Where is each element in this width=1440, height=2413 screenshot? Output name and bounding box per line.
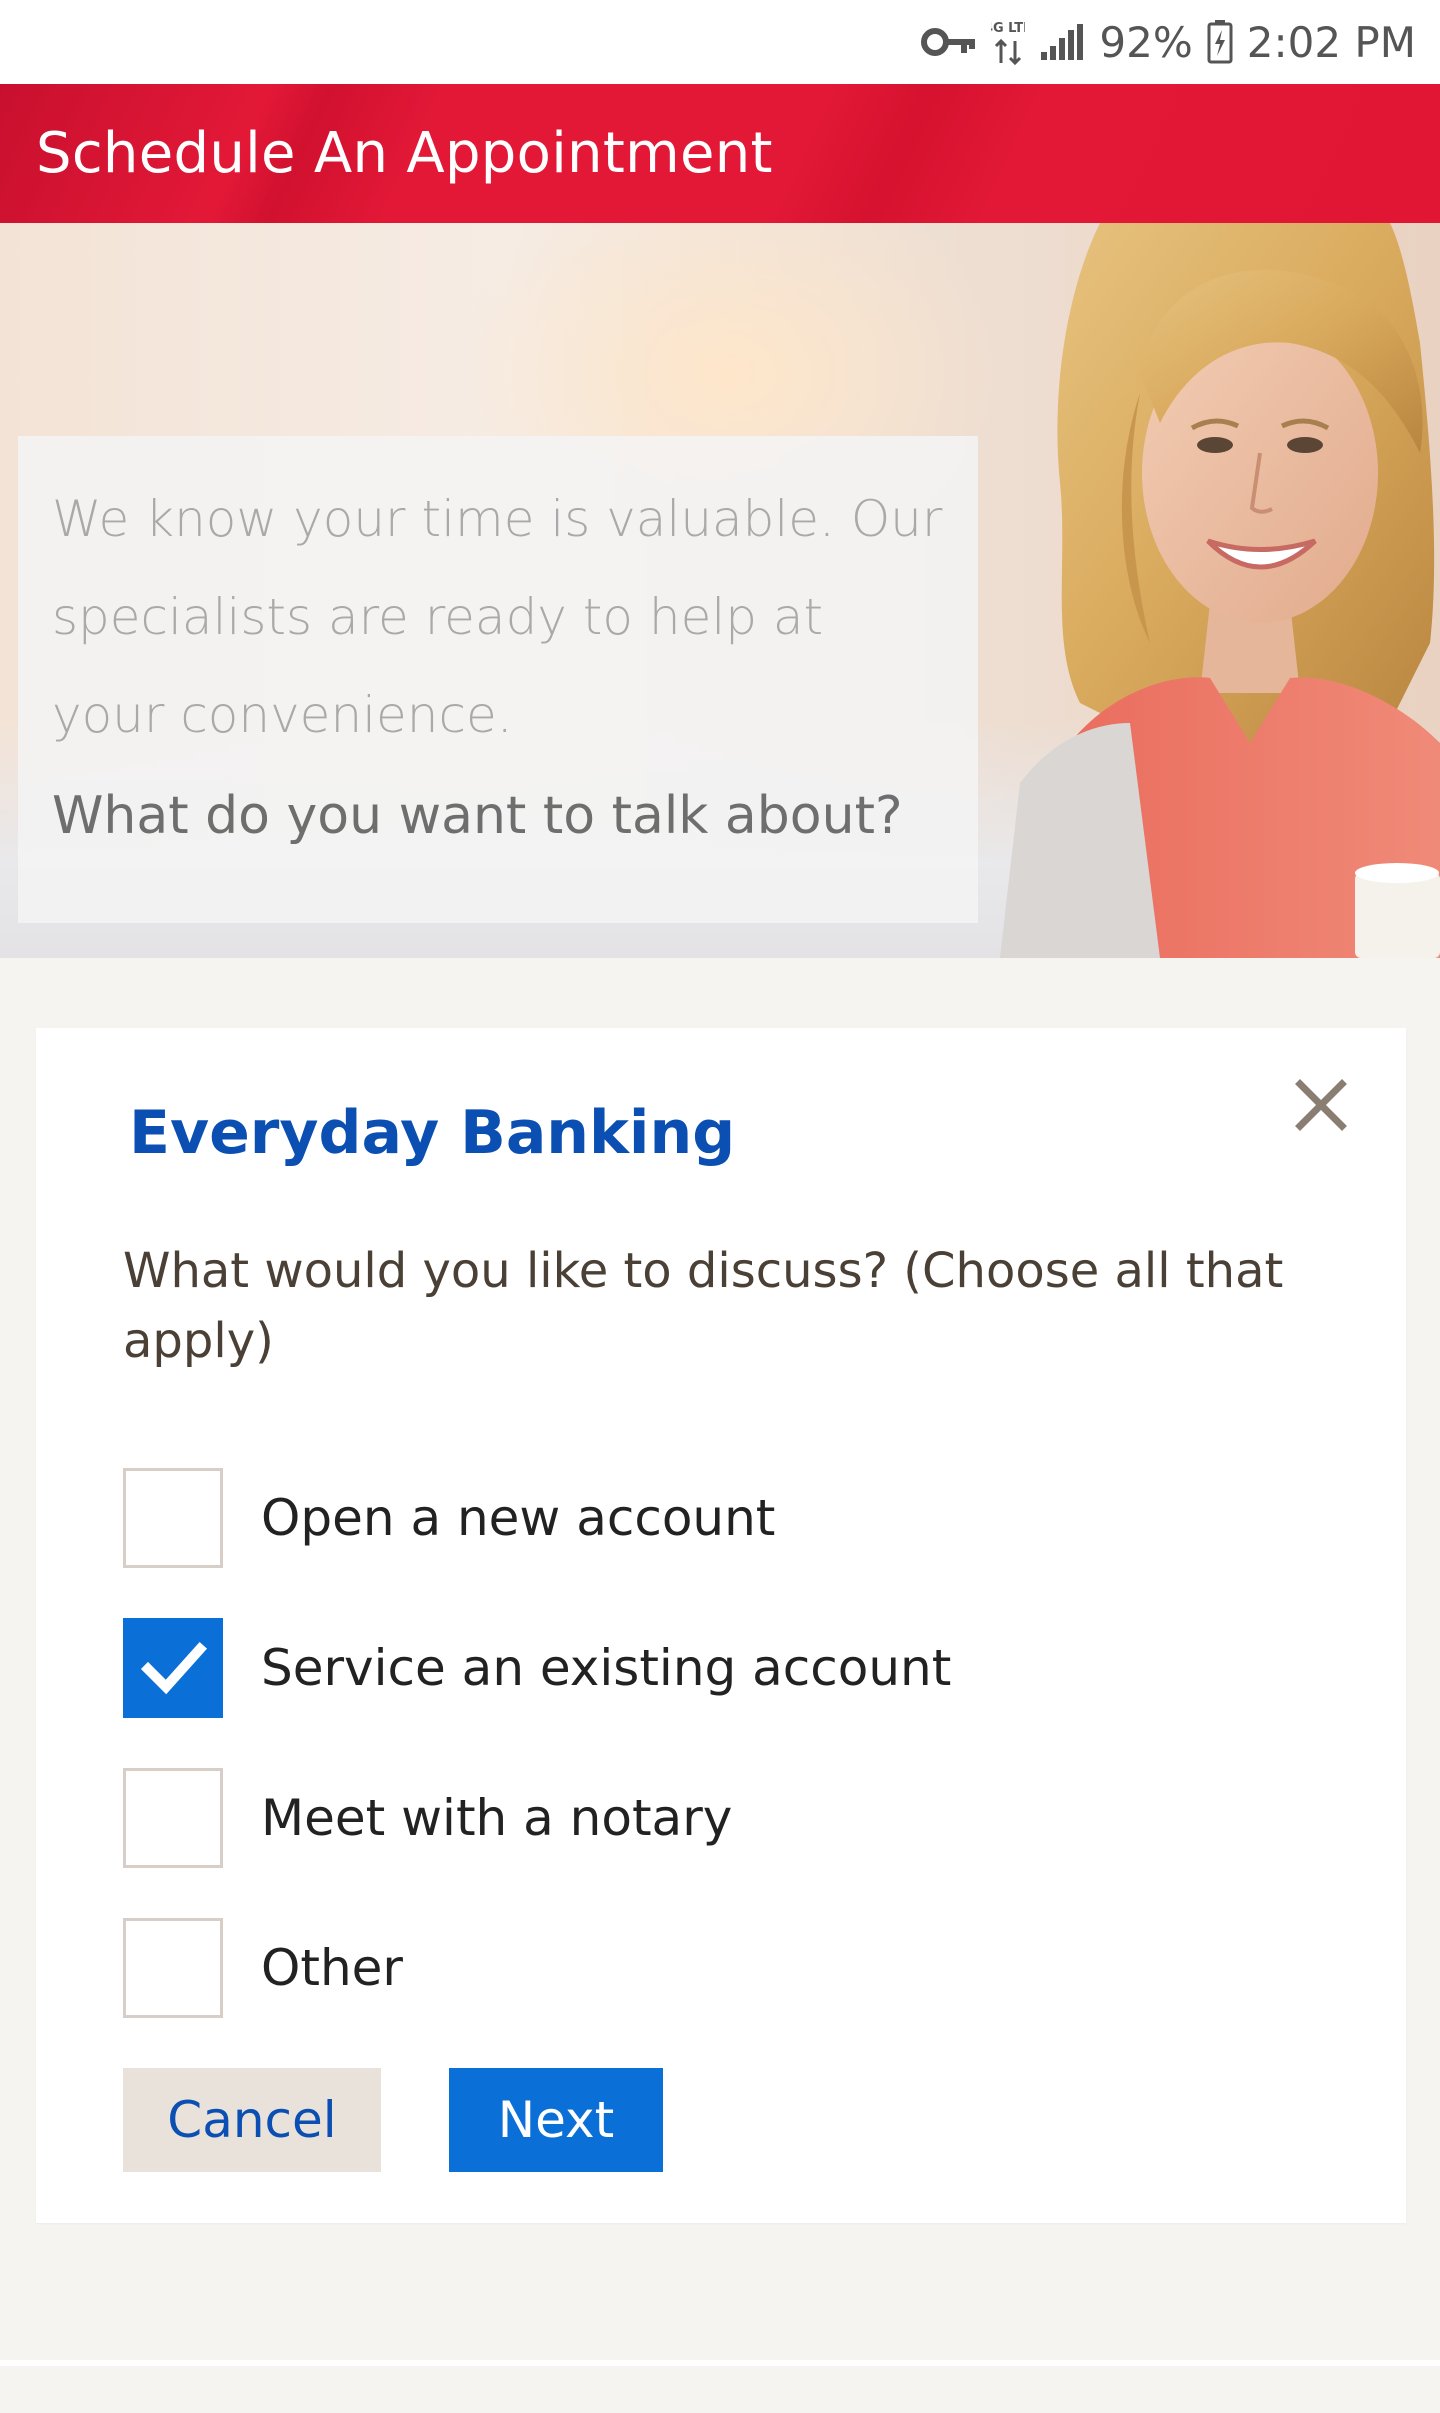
close-icon xyxy=(1295,1079,1347,1131)
checkbox-other[interactable] xyxy=(123,1918,223,2018)
option-label: Meet with a notary xyxy=(261,1789,733,1847)
checkbox-service-existing-account[interactable] xyxy=(123,1618,223,1718)
action-buttons: Cancel Next xyxy=(123,2068,663,2172)
checkbox-meet-notary[interactable] xyxy=(123,1768,223,1868)
hero-message-panel: We know your time is valuable. Our speci… xyxy=(18,436,978,923)
hero-person-image xyxy=(1000,223,1440,958)
topic-options: Open a new account Service an existing a… xyxy=(123,1466,1323,2066)
next-button[interactable]: Next xyxy=(449,2068,663,2172)
bottom-divider xyxy=(0,2360,1440,2366)
discuss-question: What would you like to discuss? (Choose … xyxy=(123,1243,1284,1369)
option-service-existing-account[interactable]: Service an existing account xyxy=(123,1616,1323,1720)
hero-intro-text: We know your time is valuable. Our speci… xyxy=(52,490,943,744)
page-title: Schedule An Appointment xyxy=(36,121,773,186)
option-meet-notary[interactable]: Meet with a notary xyxy=(123,1766,1323,1870)
vpn-key-icon xyxy=(921,27,977,57)
hero-prompt: What do you want to talk about? xyxy=(52,786,903,846)
checkbox-open-new-account[interactable] xyxy=(123,1468,223,1568)
battery-charging-icon xyxy=(1207,20,1233,64)
topic-card: Everyday Banking What would you like to … xyxy=(36,1028,1406,2223)
status-time: 2:02 PM xyxy=(1246,17,1416,67)
card-title: Everyday Banking xyxy=(129,1098,736,1168)
signal-icon xyxy=(1039,22,1085,62)
option-open-new-account[interactable]: Open a new account xyxy=(123,1466,1323,1570)
option-label: Open a new account xyxy=(261,1489,776,1547)
network-4g-lte-icon: 4G LTE xyxy=(991,17,1025,67)
app-header: Schedule An Appointment xyxy=(0,84,1440,223)
option-label: Service an existing account xyxy=(261,1639,952,1697)
network-label: 4G LTE xyxy=(991,21,1025,36)
close-button[interactable] xyxy=(1286,1070,1356,1140)
battery-percent: 92% xyxy=(1099,17,1193,67)
hero-banner: We know your time is valuable. Our speci… xyxy=(0,223,1440,958)
checkmark-icon xyxy=(140,1641,208,1695)
status-bar: 4G LTE 92% 2:02 PM xyxy=(0,0,1440,84)
cancel-button[interactable]: Cancel xyxy=(123,2068,381,2172)
option-label: Other xyxy=(261,1939,403,1997)
option-other[interactable]: Other xyxy=(123,1916,1323,2020)
